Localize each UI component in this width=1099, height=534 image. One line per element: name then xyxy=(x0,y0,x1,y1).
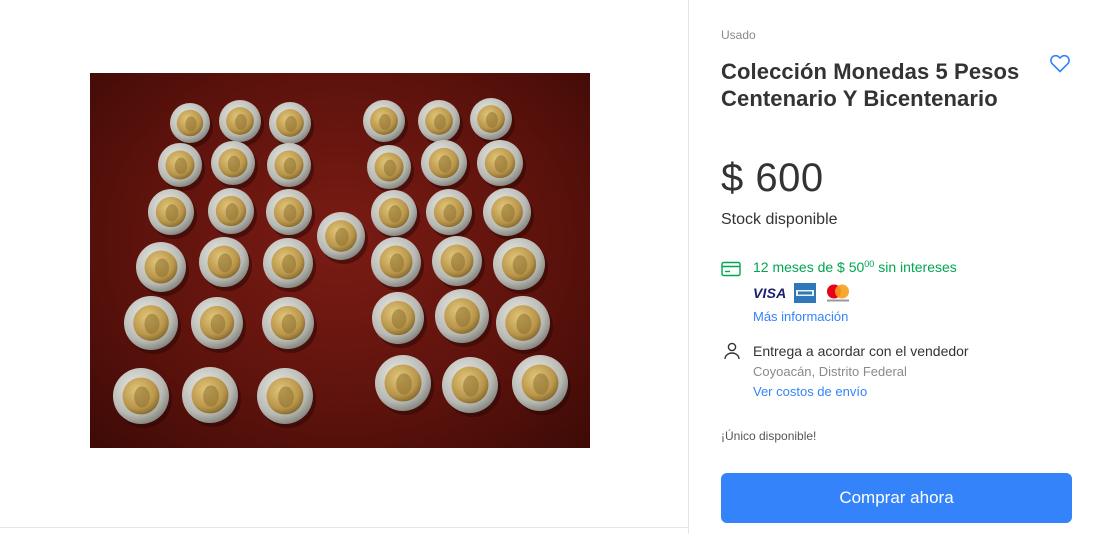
coin xyxy=(418,100,463,146)
coin xyxy=(263,238,316,292)
coin xyxy=(208,188,257,238)
coin xyxy=(371,190,420,240)
product-info-panel: Usado Colección Monedas 5 Pesos Centenar… xyxy=(721,0,1073,534)
coin xyxy=(493,238,548,294)
coin xyxy=(182,367,241,427)
coin xyxy=(219,100,264,146)
heart-icon[interactable] xyxy=(1048,51,1072,75)
coin xyxy=(317,212,368,264)
product-title: Colección Monedas 5 Pesos Centenario Y B… xyxy=(721,59,1020,111)
product-price: $ 600 xyxy=(721,156,824,200)
shipping-title: Entrega a acordar con el vendedor xyxy=(753,343,969,359)
more-info-link[interactable]: Más información xyxy=(753,309,848,324)
coin xyxy=(124,296,181,354)
coin xyxy=(269,102,314,148)
coin xyxy=(421,140,470,190)
stock-status: Stock disponible xyxy=(721,211,838,228)
coin xyxy=(483,188,534,240)
coin xyxy=(426,189,475,239)
column-divider xyxy=(688,0,689,534)
mastercard-logo xyxy=(824,283,852,303)
coin xyxy=(477,140,526,190)
availability-text: ¡Único disponible! xyxy=(721,429,817,443)
coin xyxy=(257,368,316,428)
coin xyxy=(148,189,197,239)
gallery-divider xyxy=(0,527,688,528)
coin xyxy=(267,143,314,191)
installments-cents: 00 xyxy=(864,259,875,269)
amex-logo xyxy=(794,283,816,303)
coin xyxy=(432,236,485,290)
product-photo[interactable] xyxy=(90,73,590,448)
shipping-costs-link[interactable]: Ver costos de envío xyxy=(753,384,867,399)
installments-amount: 12 meses de $ 50 xyxy=(753,259,865,275)
coin xyxy=(211,141,258,189)
coin xyxy=(372,292,427,348)
coin xyxy=(367,145,414,193)
person-icon xyxy=(724,342,740,360)
coin xyxy=(170,103,213,147)
installments-text: 12 meses de $ 5000 sin intereses xyxy=(753,259,957,275)
coin xyxy=(363,100,408,146)
coin xyxy=(266,189,315,239)
coin xyxy=(512,355,571,415)
coin xyxy=(371,237,424,291)
coin xyxy=(375,355,434,415)
coin xyxy=(136,242,189,296)
coin xyxy=(113,368,172,428)
installments-suffix: sin intereses xyxy=(874,259,957,275)
shipping-location: Coyoacán, Distrito Federal xyxy=(753,364,907,379)
coin xyxy=(158,143,205,191)
coin xyxy=(496,296,553,354)
coin xyxy=(262,297,317,353)
condition-label: Usado xyxy=(721,28,756,42)
visa-logo: VISA xyxy=(753,285,787,301)
coin xyxy=(470,98,515,144)
coin xyxy=(199,237,252,291)
image-gallery xyxy=(0,0,688,534)
coin xyxy=(442,357,501,417)
coin xyxy=(435,289,492,347)
coin xyxy=(191,297,246,353)
coins-image xyxy=(113,98,571,428)
credit-card-icon xyxy=(721,261,741,277)
buy-now-button[interactable]: Comprar ahora xyxy=(721,473,1072,523)
